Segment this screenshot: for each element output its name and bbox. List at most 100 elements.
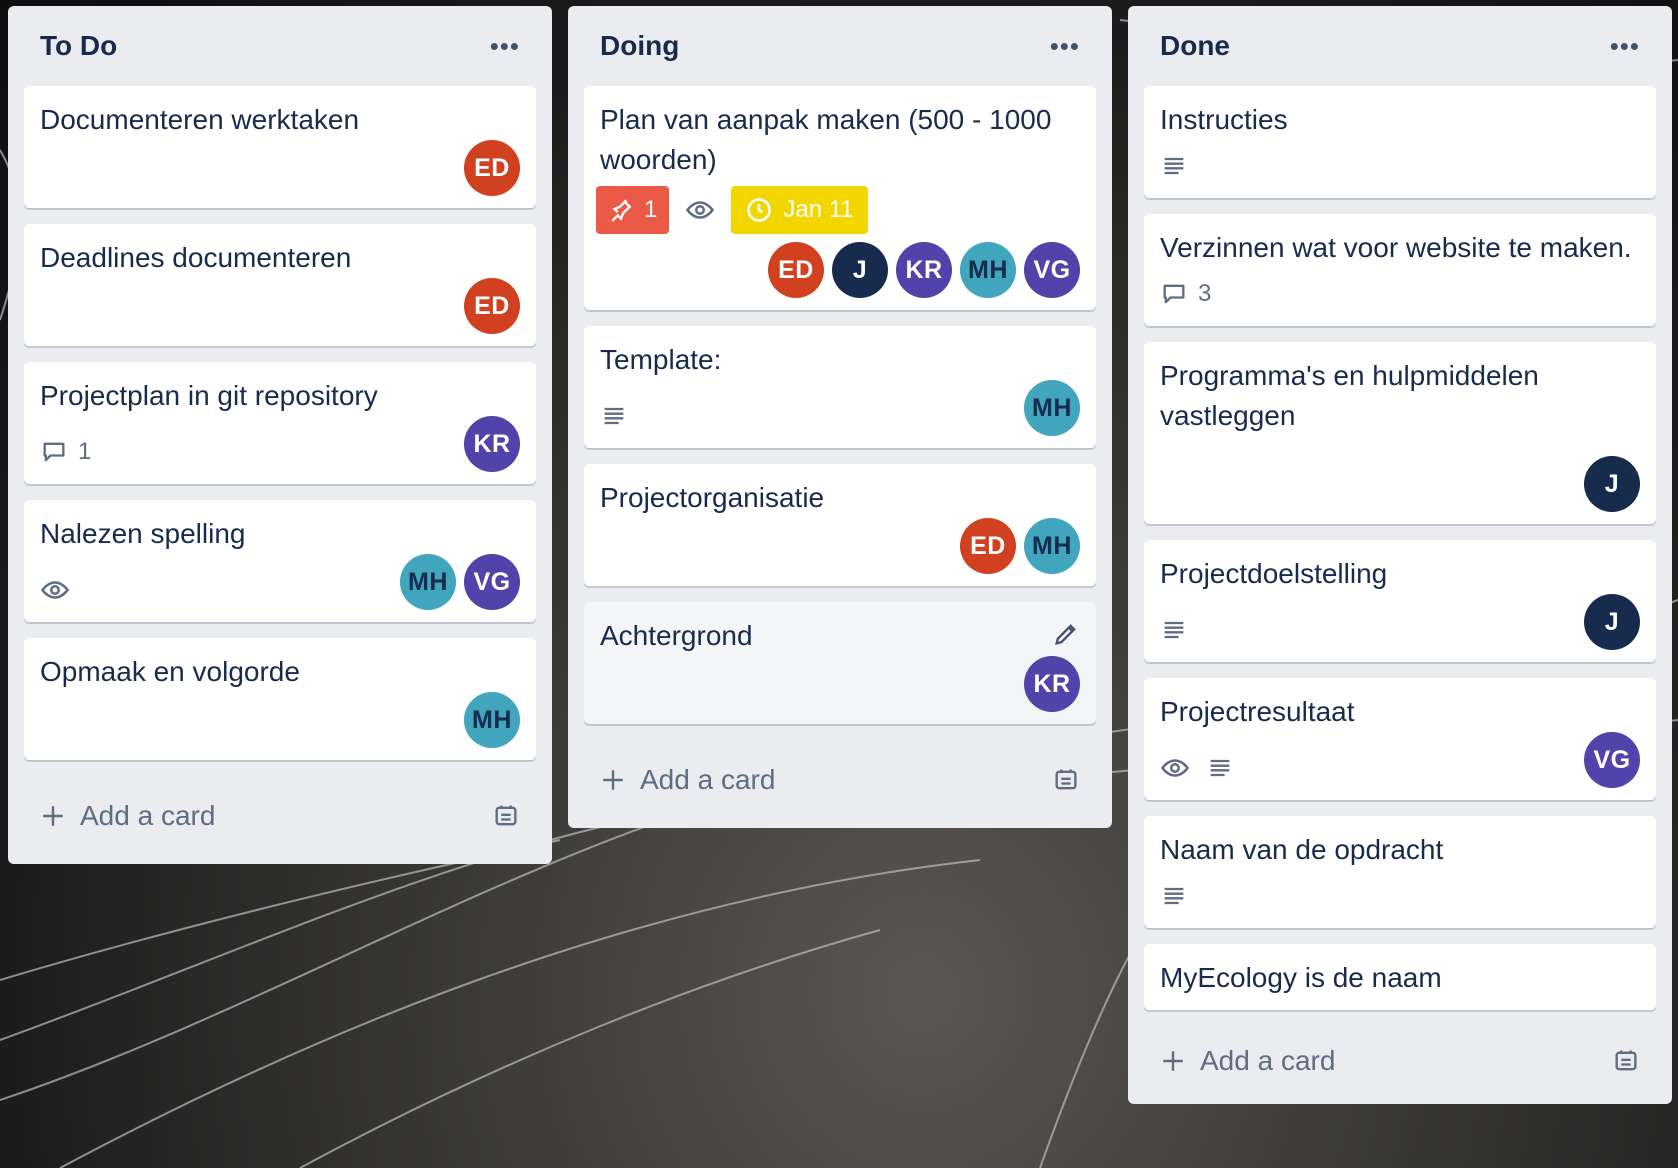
card-badges: [1160, 748, 1234, 788]
due-date-badge[interactable]: Jan 11: [731, 186, 868, 234]
avatar[interactable]: VG: [1024, 242, 1080, 298]
add-card-button[interactable]: Add a card: [40, 800, 215, 832]
comment-icon: [1163, 284, 1185, 304]
card[interactable]: Nalezen spelling MH VG: [24, 500, 536, 622]
card-members: MH: [1024, 380, 1080, 436]
avatar[interactable]: ED: [960, 518, 1016, 574]
card[interactable]: Opmaak en volgorde MH: [24, 638, 536, 760]
card[interactable]: Template: MH: [584, 326, 1096, 448]
card[interactable]: MyEcology is de naam: [1144, 944, 1656, 1010]
template-icon[interactable]: [1052, 766, 1080, 794]
card[interactable]: Programma's en hulpmiddelen vastleggen J: [1144, 342, 1656, 524]
card[interactable]: Documenteren werktaken ED: [24, 86, 536, 208]
description-icon: [1164, 621, 1184, 639]
clock-icon: [747, 198, 772, 222]
plus-icon: [1163, 1051, 1183, 1071]
card[interactable]: Projectresultaat VG: [1144, 678, 1656, 800]
list-title[interactable]: Doing: [600, 30, 679, 62]
card-title: Deadlines documenteren: [40, 242, 352, 273]
avatar[interactable]: KR: [464, 416, 520, 472]
description-icon: [1210, 759, 1230, 777]
avatar[interactable]: ED: [464, 278, 520, 334]
more-icon[interactable]: •••: [1610, 33, 1640, 59]
card-members: ED: [40, 140, 520, 196]
watch-badge: [685, 195, 715, 225]
avatar[interactable]: MH: [960, 242, 1016, 298]
card[interactable]: Verzinnen wat voor website te maken. 3: [1144, 214, 1656, 326]
avatar[interactable]: MH: [400, 554, 456, 610]
avatar[interactable]: KR: [896, 242, 952, 298]
more-icon[interactable]: •••: [490, 33, 520, 59]
list-header: To Do •••: [24, 6, 536, 86]
card-title: Nalezen spelling: [40, 518, 246, 549]
card[interactable]: Naam van de opdracht: [1144, 816, 1656, 928]
card-members: ED MH: [600, 518, 1080, 574]
add-card-button[interactable]: Add a card: [600, 764, 775, 796]
card-title: Achtergrond: [600, 620, 753, 651]
avatar[interactable]: VG: [464, 554, 520, 610]
card[interactable]: Achtergrond KR: [584, 602, 1096, 724]
more-icon[interactable]: •••: [1050, 33, 1080, 59]
card[interactable]: Plan van aanpak maken (500 - 1000 woorde…: [584, 86, 1096, 310]
card[interactable]: Projectplan in git repository 1 KR: [24, 362, 536, 484]
card-title: Programma's en hulpmiddelen vastleggen: [1160, 360, 1539, 431]
card[interactable]: Instructies: [1144, 86, 1656, 198]
add-card-label: Add a card: [80, 800, 216, 831]
avatar[interactable]: MH: [1024, 380, 1080, 436]
card-title: Instructies: [1160, 104, 1288, 135]
card-badges: 3: [1160, 274, 1640, 314]
card-badges: [40, 570, 70, 610]
card[interactable]: Deadlines documenteren ED: [24, 224, 536, 346]
card-title: Plan van aanpak maken (500 - 1000 woorde…: [600, 104, 1052, 175]
avatar[interactable]: J: [1584, 594, 1640, 650]
add-card-row: Add a card: [584, 740, 1096, 820]
add-card-button[interactable]: Add a card: [1160, 1045, 1335, 1077]
watch-badge: [40, 575, 70, 605]
card-members: MH: [40, 692, 520, 748]
card-badges: 1: [40, 432, 91, 472]
description-icon: [604, 407, 624, 425]
comment-count: 1: [78, 438, 92, 465]
list-title[interactable]: Done: [1160, 30, 1230, 62]
card-members: J: [1160, 456, 1640, 512]
template-icon[interactable]: [492, 802, 520, 830]
eye-icon: [40, 581, 70, 599]
comment-count: 3: [1198, 280, 1212, 307]
template-icon[interactable]: [1612, 1047, 1640, 1075]
card[interactable]: Projectdoelstelling J: [1144, 540, 1656, 662]
card-members: ED J KR MH VG: [600, 242, 1080, 298]
card-title: Opmaak en volgorde: [40, 656, 300, 687]
avatar[interactable]: ED: [464, 140, 520, 196]
card-title: Naam van de opdracht: [1160, 834, 1444, 865]
card-badges: [1160, 610, 1188, 650]
card-badges: 1 Jan 11: [596, 186, 1080, 234]
card-badges: [1160, 146, 1640, 186]
avatar[interactable]: J: [1584, 456, 1640, 512]
list-header: Done •••: [1144, 6, 1656, 86]
add-card-row: Add a card: [1144, 1026, 1656, 1096]
comment-badge: 1: [40, 438, 91, 466]
description-icon: [1164, 157, 1184, 175]
avatar[interactable]: VG: [1584, 732, 1640, 788]
list-todo: To Do ••• Documenteren werktaken ED Dead…: [8, 6, 552, 864]
card-title: Template:: [600, 344, 722, 375]
plus-icon: [43, 806, 63, 826]
list-title[interactable]: To Do: [40, 30, 117, 62]
card[interactable]: Projectorganisatie ED MH: [584, 464, 1096, 586]
description-icon: [1164, 887, 1184, 905]
avatar[interactable]: MH: [1024, 518, 1080, 574]
avatar[interactable]: ED: [768, 242, 824, 298]
card-members: KR: [600, 656, 1080, 712]
card-title: Projectplan in git repository: [40, 380, 378, 411]
watch-badge: [1160, 753, 1190, 783]
avatar[interactable]: MH: [464, 692, 520, 748]
attachment-badge[interactable]: 1: [596, 186, 670, 234]
card-title: Documenteren werktaken: [40, 104, 360, 135]
avatar[interactable]: KR: [1024, 656, 1080, 712]
avatar[interactable]: J: [832, 242, 888, 298]
card-members: ED: [40, 278, 520, 334]
attachment-icon: [611, 199, 632, 222]
card-badges: [600, 396, 628, 436]
eye-icon: [686, 201, 715, 219]
pencil-icon[interactable]: [1052, 620, 1080, 648]
